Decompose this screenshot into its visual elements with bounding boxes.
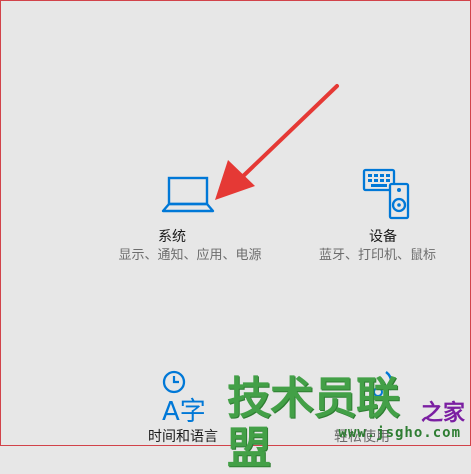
devices-icon [362, 168, 412, 226]
tile-system[interactable]: 系统 显示、通知、应用、电源 [108, 168, 283, 290]
tile-devices[interactable]: 设备 蓝牙、打印机、鼠标 [316, 166, 466, 276]
tile-system-description: 显示、通知、应用、电源 [118, 248, 262, 263]
tile-time-language-title: 时间和语言 [148, 429, 218, 445]
tile-devices-description: 蓝牙、打印机、鼠标 [319, 248, 437, 263]
tile-ease-of-access-title: 轻松使用 [334, 429, 390, 445]
time-language-icon: A字 [160, 370, 216, 430]
partial-icon [360, 370, 400, 404]
time-language-icon-glyph: A字 [162, 397, 206, 426]
laptop-icon [160, 174, 216, 218]
tile-ease-of-access[interactable]: 轻松使用 [330, 366, 440, 446]
tile-time-language[interactable]: A字 时间和语言 [140, 366, 260, 446]
tile-system-title: 系统 [158, 229, 186, 245]
tile-devices-title: 设备 [369, 229, 397, 245]
